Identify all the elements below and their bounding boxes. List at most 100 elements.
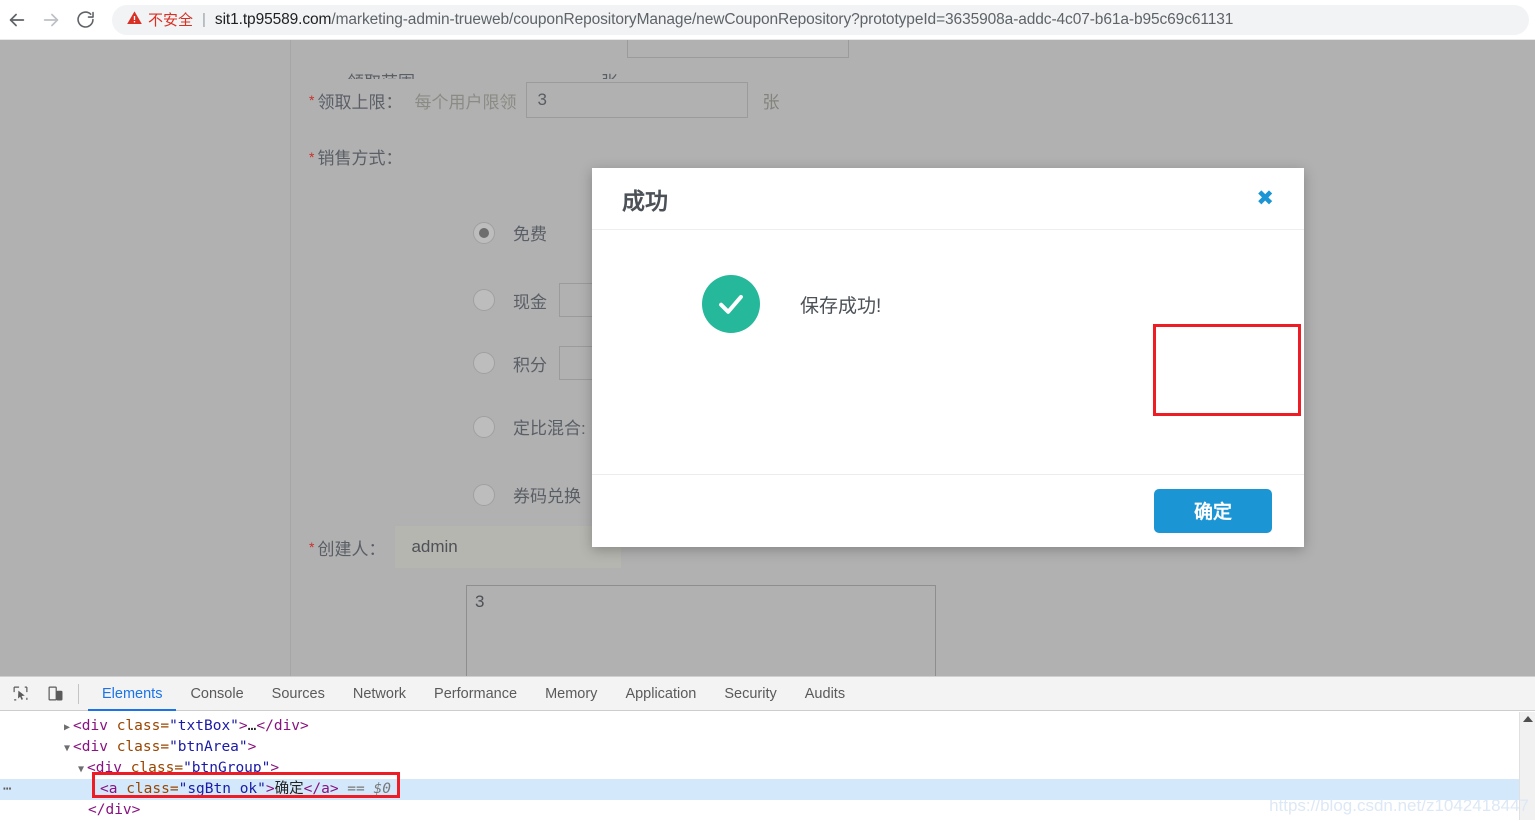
code-token: >	[239, 718, 248, 734]
tab-network[interactable]: Network	[339, 677, 420, 711]
radio-icon[interactable]	[473, 416, 495, 438]
creator-input[interactable]: admin	[395, 526, 621, 568]
dom-tree-row[interactable]: </div>	[0, 800, 1535, 821]
radio-icon[interactable]	[473, 352, 495, 374]
remark-textarea[interactable]: 3	[466, 585, 936, 676]
devtools-tabbar: Elements Console Sources Network Perform…	[0, 677, 1535, 711]
tab-audits[interactable]: Audits	[791, 677, 859, 711]
warning-triangle-icon	[126, 10, 143, 30]
dom-tree-row[interactable]: ⋯ <a class="sgBtn ok">确定</a> == $0	[0, 779, 1535, 800]
device-toolbar-icon[interactable]	[40, 681, 70, 707]
code-token: >	[266, 781, 275, 797]
code-token: class=	[117, 718, 169, 734]
creator-row: * 创建人： admin	[309, 526, 621, 568]
code-token: "btnGroup"	[183, 760, 270, 776]
url-host: sit1.tp95589.com	[215, 11, 331, 28]
code-token: </a>	[304, 781, 339, 797]
code-token: </div>	[88, 802, 140, 818]
sale-option-label: 现金	[513, 288, 547, 313]
code-token: >	[270, 760, 279, 776]
cutoff-row-label: 领取范围	[347, 68, 415, 79]
address-bar[interactable]: 不安全 | sit1.tp95589.com/marketing-admin-t…	[112, 5, 1529, 35]
sale-option-label: 免费	[513, 220, 547, 245]
sale-method-label: 销售方式：	[317, 144, 402, 169]
modal-footer: 确定	[592, 474, 1304, 546]
reload-icon	[75, 9, 96, 30]
page-sidebar	[0, 40, 291, 676]
modal-title: 成功	[622, 182, 668, 216]
code-token: "sgBtn ok"	[179, 781, 266, 797]
chevron-right-icon[interactable]: ▶	[64, 722, 70, 733]
arrow-right-icon	[40, 9, 62, 31]
collapsed-ellipsis[interactable]: ⋯	[3, 779, 12, 800]
code-token: class=	[126, 781, 178, 797]
claim-limit-label: 领取上限：	[317, 88, 402, 113]
devtools-panel: Elements Console Sources Network Perform…	[0, 676, 1535, 819]
claim-limit-prefix: 每个用户限领	[414, 88, 516, 113]
devtools-scrollbar[interactable]	[1519, 712, 1535, 820]
tab-console[interactable]: Console	[176, 677, 257, 711]
tab-memory[interactable]: Memory	[531, 677, 611, 711]
security-label: 不安全	[148, 9, 193, 30]
code-token: <div	[87, 760, 131, 776]
code-token: >	[248, 739, 257, 755]
modal-body: 保存成功!	[592, 230, 1304, 474]
code-token: class=	[131, 760, 183, 776]
sale-option-code[interactable]: 券码兑换	[473, 482, 581, 507]
claim-limit-row: * 领取上限： 每个用户限领 3 张	[309, 82, 779, 118]
chevron-down-icon[interactable]: ▼	[64, 743, 70, 754]
radio-icon[interactable]	[473, 222, 495, 244]
sale-option-mixed[interactable]: 定比混合:	[473, 414, 586, 439]
tab-performance[interactable]: Performance	[420, 677, 531, 711]
code-token: </div>	[256, 718, 308, 734]
tab-application[interactable]: Application	[611, 677, 710, 711]
cutoff-row-unit: 张	[601, 68, 618, 79]
check-circle-icon	[702, 275, 760, 333]
sale-option-label: 积分	[513, 351, 547, 376]
code-token: == $0	[339, 781, 391, 797]
code-token: <div	[73, 718, 117, 734]
required-mark: *	[309, 149, 314, 165]
back-button[interactable]	[0, 3, 34, 37]
dom-tree[interactable]: ▶<div class="txtBox">…</div>▼<div class=…	[0, 711, 1535, 821]
code-token: <a	[100, 781, 126, 797]
scroll-up-arrow-icon[interactable]	[1523, 716, 1533, 722]
tab-sources[interactable]: Sources	[258, 677, 339, 711]
page-viewport: 领取范围 张 * 领取上限： 每个用户限领 3 张 * 销售方式： 免费 现金	[0, 40, 1535, 676]
tab-elements[interactable]: Elements	[88, 677, 176, 711]
cutoff-row-input[interactable]	[627, 40, 849, 58]
required-mark: *	[309, 92, 314, 108]
code-token: <div	[73, 739, 117, 755]
dom-tree-row[interactable]: ▼<div class="btnArea">	[0, 737, 1535, 758]
browser-toolbar: 不安全 | sit1.tp95589.com/marketing-admin-t…	[0, 0, 1535, 40]
sale-option-free[interactable]: 免费	[473, 220, 547, 245]
sale-option-label: 定比混合:	[513, 414, 586, 439]
tab-security[interactable]: Security	[710, 677, 790, 711]
creator-label: 创建人：	[317, 535, 385, 560]
code-token: 确定	[275, 781, 304, 797]
toolbar-divider	[78, 684, 79, 704]
forward-button[interactable]	[34, 3, 68, 37]
reload-button[interactable]	[68, 3, 102, 37]
arrow-left-icon	[6, 9, 28, 31]
claim-limit-input[interactable]: 3	[526, 82, 748, 118]
modal-header: 成功 ✖	[592, 168, 1304, 230]
close-icon[interactable]: ✖	[1256, 188, 1274, 209]
chevron-down-icon[interactable]: ▼	[78, 764, 84, 775]
radio-icon[interactable]	[473, 484, 495, 506]
url-path: /marketing-admin-trueweb/couponRepositor…	[331, 11, 1233, 28]
radio-icon[interactable]	[473, 289, 495, 311]
security-status[interactable]: 不安全	[126, 9, 193, 30]
dom-tree-row[interactable]: ▼<div class="btnGroup">	[0, 758, 1535, 779]
code-token: "btnArea"	[169, 739, 248, 755]
required-mark: *	[309, 539, 314, 555]
success-modal: 成功 ✖ 保存成功! 确定	[592, 168, 1304, 547]
dom-tree-row[interactable]: ▶<div class="txtBox">…</div>	[0, 716, 1535, 737]
sale-option-label: 券码兑换	[513, 482, 581, 507]
omnibox-separator: |	[202, 11, 206, 28]
inspect-element-icon[interactable]	[5, 681, 35, 707]
code-token: "txtBox"	[169, 718, 239, 734]
confirm-button[interactable]: 确定	[1154, 489, 1272, 533]
sale-method-row: * 销售方式：	[309, 144, 402, 169]
claim-limit-unit: 张	[762, 88, 779, 113]
